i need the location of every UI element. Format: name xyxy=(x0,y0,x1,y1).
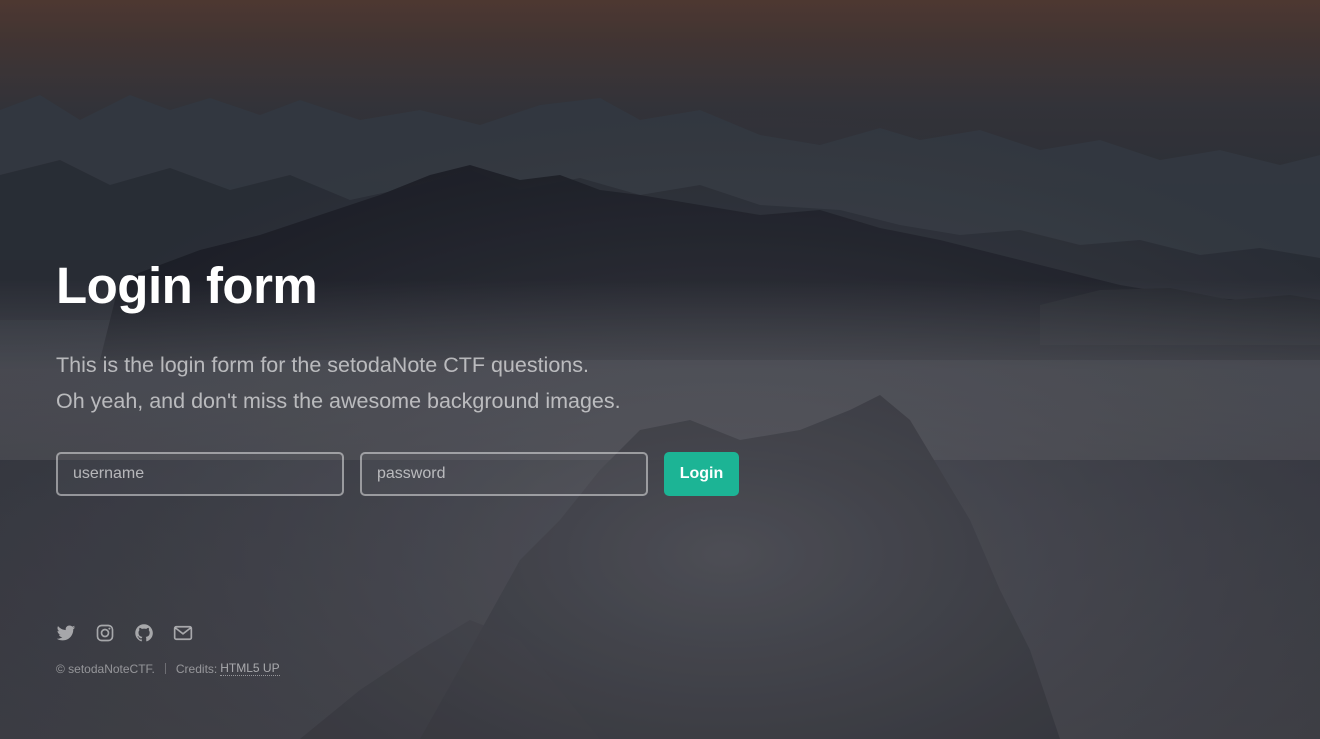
description-line-2: Oh yeah, and don't miss the awesome back… xyxy=(56,389,621,413)
copyright-text: © setodaNoteCTF. xyxy=(56,661,155,676)
login-form: Login xyxy=(56,452,816,496)
twitter-icon[interactable] xyxy=(56,623,76,643)
github-icon[interactable] xyxy=(134,623,154,643)
login-button[interactable]: Login xyxy=(664,452,739,496)
credits-link[interactable]: HTML5 UP xyxy=(220,661,280,676)
footer: © setodaNoteCTF. Credits: HTML5 UP xyxy=(56,622,280,676)
footer-divider xyxy=(164,663,166,674)
instagram-icon[interactable] xyxy=(95,623,115,643)
envelope-icon[interactable] xyxy=(173,623,193,643)
username-input[interactable] xyxy=(56,452,344,496)
page-title: Login form xyxy=(56,257,318,314)
credits-label: Credits: xyxy=(175,661,218,676)
social-icons xyxy=(56,622,280,644)
login-section: Login form This is the login form for th… xyxy=(56,255,816,496)
copyright-line: © setodaNoteCTF. Credits: HTML5 UP xyxy=(56,661,280,676)
password-input[interactable] xyxy=(360,452,648,496)
page-description: This is the login form for the setodaNot… xyxy=(56,347,816,419)
description-line-1: This is the login form for the setodaNot… xyxy=(56,353,589,377)
